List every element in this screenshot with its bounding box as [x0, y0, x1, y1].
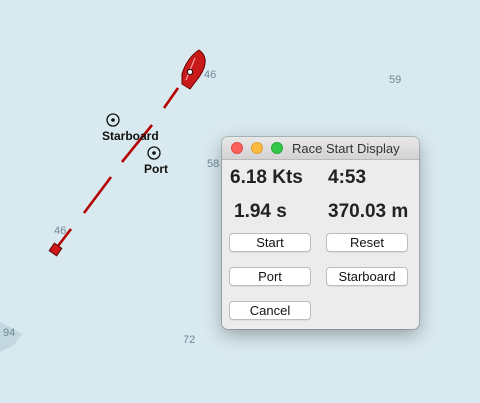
- time-readout: 4:53: [328, 167, 367, 188]
- cancel-button[interactable]: Cancel: [229, 301, 311, 320]
- zoom-window-button[interactable]: [271, 142, 283, 154]
- starboard-button[interactable]: Starboard: [326, 267, 408, 286]
- port-mark-label: Port: [144, 162, 168, 176]
- race-start-dialog: Race Start Display 6.18 Kts 4:53 1.94 s …: [222, 137, 419, 329]
- starboard-mark-label: Starboard: [102, 129, 159, 143]
- depth-sounding: 46: [54, 225, 66, 237]
- depth-sounding: 72: [183, 334, 195, 346]
- dialog-titlebar[interactable]: Race Start Display: [222, 137, 419, 160]
- depth-sounding: 59: [389, 74, 401, 86]
- speed-readout: 6.18 Kts: [230, 167, 303, 188]
- depth-sounding: 58: [207, 158, 219, 170]
- distance-readout: 370.03 m: [328, 201, 409, 222]
- minimize-window-button[interactable]: [251, 142, 263, 154]
- dialog-title: Race Start Display: [292, 141, 400, 156]
- depth-sounding: 46: [204, 69, 216, 81]
- port-button[interactable]: Port: [229, 267, 311, 286]
- reset-button[interactable]: Reset: [326, 233, 408, 252]
- start-button[interactable]: Start: [229, 233, 311, 252]
- seconds-readout: 1.94 s: [234, 201, 287, 222]
- close-window-button[interactable]: [231, 142, 243, 154]
- depth-sounding: 94: [3, 327, 15, 339]
